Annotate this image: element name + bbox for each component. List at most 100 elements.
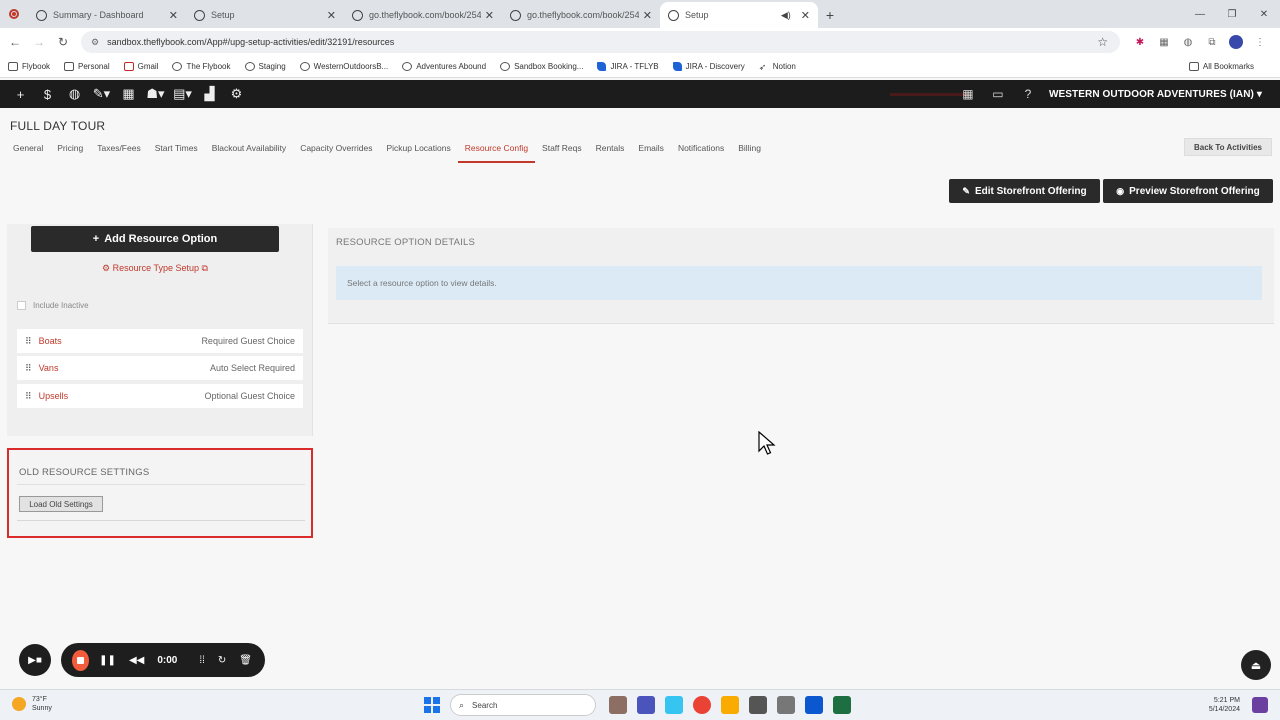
forward-icon[interactable]: → bbox=[27, 35, 51, 49]
camera-toggle-button[interactable]: ▶■ bbox=[19, 644, 51, 676]
calculator-icon[interactable] bbox=[777, 696, 795, 714]
resource-name[interactable]: Vans bbox=[39, 363, 210, 373]
more-menu-icon[interactable]: ⋮ bbox=[1248, 37, 1272, 48]
extension-icon[interactable]: ▦ bbox=[1152, 37, 1176, 48]
file-explorer-icon[interactable] bbox=[609, 696, 627, 714]
dollar-icon[interactable]: $ bbox=[34, 87, 61, 102]
list-item[interactable]: ⠿ Vans Auto Select Required bbox=[17, 356, 303, 380]
close-icon[interactable]: ✕ bbox=[643, 9, 652, 22]
users-icon[interactable]: ☗▾ bbox=[142, 86, 169, 102]
dashboard-icon[interactable]: ◍ bbox=[61, 86, 88, 102]
back-icon[interactable]: ← bbox=[3, 35, 27, 49]
load-old-settings-button[interactable]: Load Old Settings bbox=[19, 496, 103, 512]
bookmark-item[interactable]: WesternOutdoorsB... bbox=[299, 62, 388, 71]
rewind-icon[interactable]: ◀◀ bbox=[129, 655, 144, 666]
windows-start-icon[interactable] bbox=[424, 697, 440, 713]
notification-icon[interactable] bbox=[1252, 697, 1268, 713]
draw-grid-icon[interactable]: ⁞⁞ bbox=[199, 655, 205, 666]
browser-tab[interactable]: go.theflybook.com/book/254/i... ✕ bbox=[502, 2, 660, 28]
tab-taxes-fees[interactable]: Taxes/Fees bbox=[90, 141, 147, 163]
browser-tab[interactable]: Setup ✕ bbox=[186, 2, 344, 28]
tab-general[interactable]: General bbox=[6, 141, 50, 163]
slack-icon[interactable] bbox=[665, 696, 683, 714]
close-icon[interactable]: ✕ bbox=[169, 9, 178, 22]
app-icon[interactable] bbox=[749, 696, 767, 714]
teams-icon[interactable] bbox=[637, 696, 655, 714]
tab-capacity-overrides[interactable]: Capacity Overrides bbox=[293, 141, 379, 163]
chrome-icon[interactable] bbox=[693, 696, 711, 714]
browser-tab[interactable]: Summary - Dashboard ✕ bbox=[28, 2, 186, 28]
extensions-puzzle-icon[interactable]: ⧉ bbox=[1200, 37, 1224, 48]
excel-icon[interactable] bbox=[833, 696, 851, 714]
bookmark-item[interactable]: JIRA - Discovery bbox=[672, 62, 745, 71]
bookmark-item[interactable]: Gmail bbox=[123, 62, 158, 71]
tab-pickup-locations[interactable]: Pickup Locations bbox=[379, 141, 457, 163]
grid-icon[interactable]: ▦ bbox=[953, 87, 983, 101]
bookmark-item[interactable]: JIRA - TFLYB bbox=[597, 62, 659, 71]
speaker-icon[interactable]: ◀) bbox=[781, 10, 791, 21]
tab-rentals[interactable]: Rentals bbox=[589, 141, 632, 163]
bookmark-star-icon[interactable]: ☆ bbox=[1097, 35, 1108, 49]
taskbar-search[interactable]: ⌕ Search bbox=[450, 694, 596, 716]
bookmark-item[interactable]: Flybook bbox=[8, 62, 50, 71]
new-tab-button[interactable]: + bbox=[818, 2, 842, 28]
bookmark-item[interactable]: Sandbox Booking... bbox=[500, 62, 583, 71]
site-settings-icon[interactable]: ⚙ bbox=[91, 37, 99, 48]
plus-icon[interactable]: + bbox=[7, 87, 34, 102]
profile-avatar[interactable] bbox=[1229, 35, 1243, 49]
folder-icon[interactable] bbox=[721, 696, 739, 714]
chart-icon[interactable]: ▟ bbox=[196, 86, 223, 102]
recorder-expand-button[interactable]: ⏏ bbox=[1241, 650, 1271, 680]
restore-icon[interactable]: ❐ bbox=[1216, 0, 1248, 28]
browser-tab-active[interactable]: Setup ◀) ✕ bbox=[660, 2, 818, 28]
close-icon[interactable]: ✕ bbox=[485, 9, 494, 22]
reload-icon[interactable]: ↻ bbox=[51, 35, 75, 49]
back-to-activities-button[interactable]: Back To Activities bbox=[1184, 138, 1272, 156]
extension-icon[interactable]: ◍ bbox=[1176, 37, 1200, 48]
tab-blackout-availability[interactable]: Blackout Availability bbox=[205, 141, 294, 163]
help-icon[interactable]: ? bbox=[1013, 87, 1043, 101]
tab-start-times[interactable]: Start Times bbox=[148, 141, 205, 163]
drag-handle-icon[interactable]: ⠿ bbox=[25, 391, 32, 402]
bookmark-item[interactable]: Adventures Abound bbox=[402, 62, 486, 71]
company-menu[interactable]: WESTERN OUTDOOR ADVENTURES (IAN) ▾ bbox=[1049, 89, 1262, 100]
bookmark-item[interactable]: ➶ Notion bbox=[759, 62, 796, 72]
trash-icon[interactable]: 🗑 bbox=[239, 655, 252, 666]
calendar-icon[interactable]: ▦ bbox=[115, 86, 142, 102]
minimize-icon[interactable]: — bbox=[1184, 0, 1216, 28]
pause-icon[interactable]: ❚❚ bbox=[99, 655, 116, 666]
tab-staff-reqs[interactable]: Staff Reqs bbox=[535, 141, 589, 163]
tab-billing[interactable]: Billing bbox=[731, 141, 768, 163]
resource-name[interactable]: Upsells bbox=[39, 391, 205, 401]
bookmark-item[interactable]: Personal bbox=[64, 62, 110, 71]
resource-name[interactable]: Boats bbox=[39, 336, 202, 346]
bookmark-item[interactable]: Staging bbox=[244, 62, 286, 71]
edit-storefront-button[interactable]: ✎ Edit Storefront Offering bbox=[949, 179, 1100, 203]
close-window-icon[interactable]: ✕ bbox=[1248, 0, 1280, 28]
resource-type-setup-link[interactable]: ⚙ Resource Type Setup ⧉ bbox=[7, 263, 303, 274]
url-field[interactable]: ⚙ sandbox.theflybook.com/App#/upg-setup-… bbox=[81, 31, 1120, 53]
close-icon[interactable]: ✕ bbox=[801, 9, 810, 22]
list-item[interactable]: ⠿ Upsells Optional Guest Choice bbox=[17, 384, 303, 408]
tab-resource-config[interactable]: Resource Config bbox=[457, 141, 536, 163]
tab-pricing[interactable]: Pricing bbox=[50, 141, 90, 163]
include-inactive-checkbox[interactable] bbox=[17, 301, 26, 310]
drag-handle-icon[interactable]: ⠿ bbox=[25, 336, 32, 347]
close-icon[interactable]: ✕ bbox=[327, 9, 336, 22]
tab-notifications[interactable]: Notifications bbox=[671, 141, 731, 163]
preview-storefront-button[interactable]: ◉ Preview Storefront Offering bbox=[1103, 179, 1273, 203]
stop-recording-button[interactable] bbox=[72, 649, 90, 671]
extension-icon[interactable]: ✱ bbox=[1128, 37, 1152, 48]
taskbar-clock[interactable]: 5:21 PM 5/14/2024 bbox=[1209, 696, 1240, 714]
weather-widget[interactable]: 73°F Sunny bbox=[12, 695, 52, 713]
gears-icon[interactable]: ⚙ bbox=[223, 86, 250, 102]
add-resource-option-button[interactable]: + Add Resource Option bbox=[31, 226, 279, 252]
app-icon[interactable] bbox=[805, 696, 823, 714]
bookmark-item[interactable]: The Flybook bbox=[172, 62, 231, 71]
vehicle-icon[interactable]: ▭ bbox=[983, 87, 1013, 101]
wrench-icon[interactable]: ✎▾ bbox=[88, 86, 115, 102]
restart-icon[interactable]: ↻ bbox=[218, 655, 226, 666]
document-icon[interactable]: ▤▾ bbox=[169, 86, 196, 102]
all-bookmarks[interactable]: All Bookmarks bbox=[1188, 62, 1254, 71]
list-item[interactable]: ⠿ Boats Required Guest Choice bbox=[17, 329, 303, 353]
